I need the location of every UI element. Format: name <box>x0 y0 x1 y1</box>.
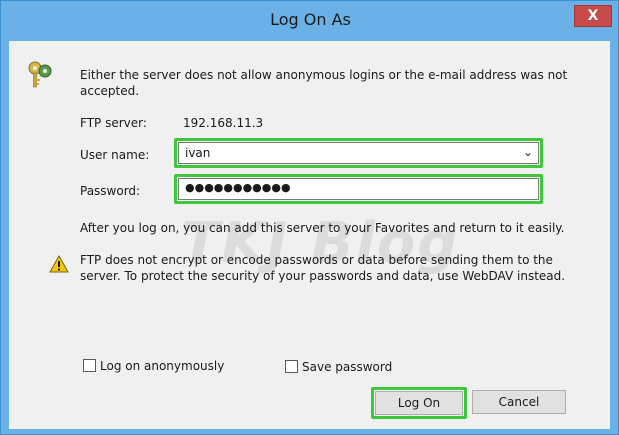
username-value: ivan <box>185 146 211 160</box>
warning-icon <box>49 254 69 273</box>
warning-message: FTP does not encrypt or encode passwords… <box>80 253 566 283</box>
dialog-window: Log On As X Either the server does not a… <box>0 0 619 435</box>
close-icon: X <box>587 8 599 24</box>
window-title: Log On As <box>270 10 351 29</box>
ftp-server-value: 192.168.11.3 <box>183 116 264 130</box>
close-button[interactable]: X <box>574 5 612 27</box>
username-label: User name: <box>80 148 150 162</box>
keys-icon <box>23 59 55 91</box>
info-message: Either the server does not allow anonymo… <box>80 68 568 98</box>
password-value: ●●●●●●●●●●● <box>185 181 291 194</box>
save-password-label[interactable]: Save password <box>302 360 392 374</box>
cancel-button[interactable]: Cancel <box>472 390 566 414</box>
favorites-note: After you log on, you can add this serve… <box>80 221 565 235</box>
anonymous-label[interactable]: Log on anonymously <box>100 359 224 373</box>
username-combobox[interactable]: ivan ⌄ <box>178 142 539 164</box>
dialog-body: Either the server does not allow anonymo… <box>9 41 610 429</box>
ftp-server-label: FTP server: <box>80 116 147 130</box>
logon-button-label: Log On <box>397 396 441 410</box>
save-password-checkbox[interactable] <box>285 360 298 373</box>
password-label: Password: <box>80 184 141 198</box>
password-field[interactable]: ●●●●●●●●●●● <box>178 178 539 200</box>
cancel-button-label: Cancel <box>498 395 540 409</box>
anonymous-checkbox[interactable] <box>83 359 96 372</box>
logon-button[interactable]: Log On <box>375 391 463 415</box>
chevron-down-icon[interactable]: ⌄ <box>523 145 533 159</box>
title-bar[interactable]: Log On As X <box>1 1 619 41</box>
